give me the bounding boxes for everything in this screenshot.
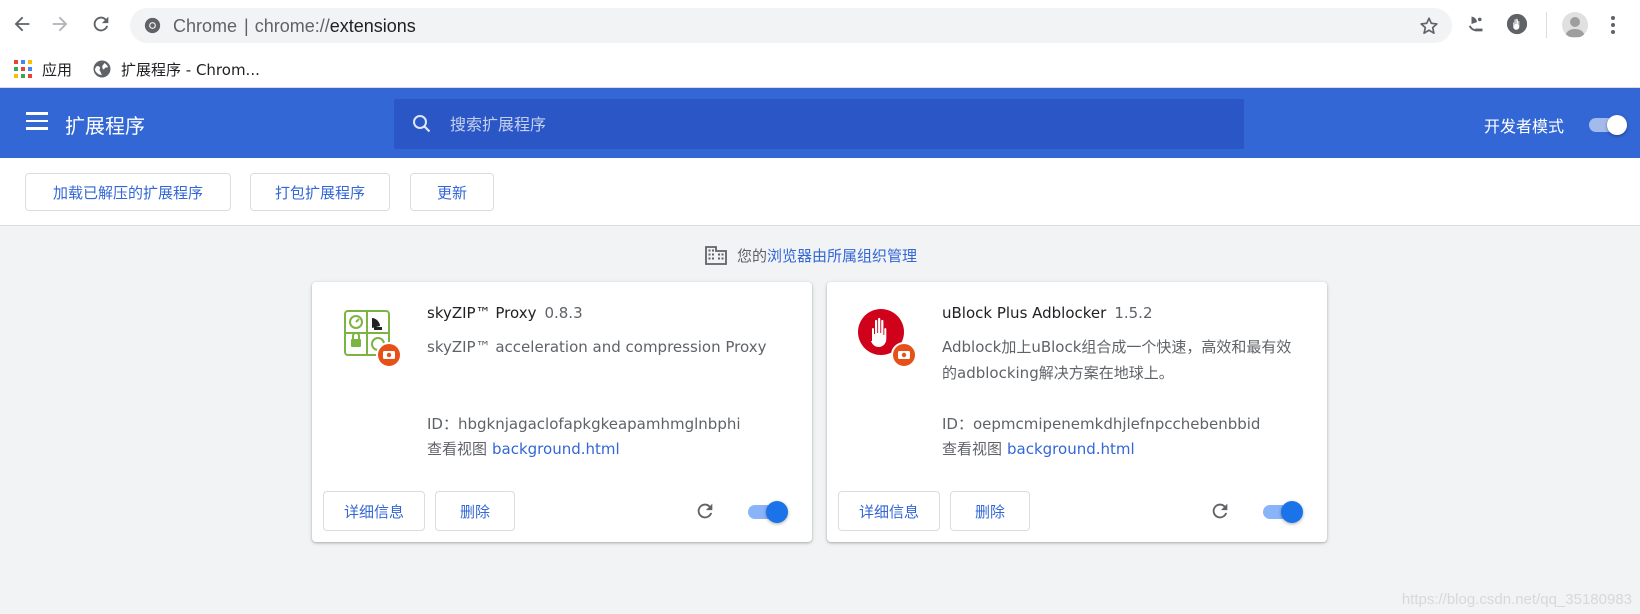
- page-title: 扩展程序: [65, 114, 145, 138]
- bookmark-extensions-page[interactable]: 扩展程序 - Chrom...: [93, 57, 260, 81]
- back-button[interactable]: [9, 11, 35, 37]
- hamburger-menu-icon[interactable]: [26, 112, 48, 130]
- extension-card-ublock-plus: uBlock Plus Adblocker 1.5.2 Adblock加上uBlo…: [827, 282, 1327, 542]
- extension-version: 0.8.3: [544, 304, 583, 322]
- browser-toolbar: Chrome | chrome://extensions: [0, 0, 1640, 50]
- load-unpacked-button[interactable]: 加载已解压的扩展程序: [25, 173, 231, 211]
- chrome-logo-icon: [144, 17, 161, 34]
- extension-name: uBlock Plus Adblocker: [942, 304, 1107, 322]
- background-page-link[interactable]: background.html: [492, 440, 620, 458]
- extension-name: skyZIP™ Proxy: [427, 304, 537, 322]
- developer-toolbar: 加载已解压的扩展程序 打包扩展程序 更新: [0, 158, 1640, 226]
- forward-arrow-icon: [52, 16, 68, 32]
- extension-id: ID：hbgknjagaclofapkgkeapamhmglnbphi: [427, 415, 741, 433]
- forward-button[interactable]: [47, 11, 73, 37]
- ublock-hand-extension-icon[interactable]: [1506, 13, 1528, 35]
- reload-button[interactable]: [88, 11, 114, 37]
- inspect-views-label: 查看视图: [427, 440, 488, 458]
- inspect-views: 查看视图 background.html: [942, 438, 1135, 459]
- globe-icon: [93, 60, 111, 78]
- remove-button[interactable]: 删除: [950, 491, 1030, 531]
- url-path: extensions: [329, 16, 416, 36]
- address-bar[interactable]: Chrome | chrome://extensions: [130, 8, 1452, 43]
- skyzip-logo-icon: [344, 310, 402, 368]
- enable-toggle[interactable]: [748, 500, 790, 524]
- details-button[interactable]: 详细信息: [838, 491, 940, 531]
- search-icon: [413, 115, 431, 133]
- bookmarks-bar: 应用 扩展程序 - Chrom...: [0, 50, 1640, 88]
- extension-version: 1.5.2: [1114, 304, 1153, 322]
- details-button[interactable]: 详细信息: [323, 491, 425, 531]
- toggle-knob: [1281, 501, 1303, 523]
- url-scheme: chrome://: [254, 16, 330, 36]
- inspect-views-label: 查看视图: [942, 440, 1003, 458]
- person-icon: [1565, 17, 1585, 37]
- bookmark-label: 应用: [42, 60, 73, 79]
- bookmark-apps[interactable]: 应用: [14, 57, 72, 81]
- bookmark-label: 扩展程序 - Chrom...: [121, 60, 260, 79]
- search-input[interactable]: [450, 109, 1210, 139]
- apps-grid-icon: [14, 60, 32, 78]
- back-arrow-icon: [14, 16, 30, 32]
- reload-extension-icon[interactable]: [694, 500, 716, 522]
- bookmark-star-icon[interactable]: [1418, 15, 1440, 37]
- toolbar-divider: [1546, 12, 1547, 38]
- extensions-header: 扩展程序 开发者模式: [0, 88, 1640, 158]
- enable-toggle[interactable]: [1263, 500, 1305, 524]
- extension-card-skyzip: skyZIP™ Proxy 0.8.3 skyZIP™ acceleration …: [312, 282, 812, 542]
- reload-extension-icon[interactable]: [1209, 500, 1231, 522]
- developer-mode-toggle[interactable]: [1587, 114, 1627, 135]
- extension-title: uBlock Plus Adblocker 1.5.2: [942, 304, 1153, 322]
- managed-notice: 您的 浏览器由所属组织管理: [705, 244, 917, 266]
- building-icon: [705, 246, 727, 265]
- search-container[interactable]: [394, 99, 1244, 149]
- extension-title: skyZIP™ Proxy 0.8.3: [427, 304, 583, 322]
- toggle-knob: [766, 501, 788, 523]
- chrome-menu-icon[interactable]: [1606, 13, 1620, 37]
- profile-avatar[interactable]: [1562, 12, 1588, 38]
- site-chip-label: Chrome: [173, 16, 238, 36]
- managed-link[interactable]: 浏览器由所属组织管理: [767, 245, 917, 266]
- url-separator: |: [244, 16, 249, 36]
- toggle-knob: [1607, 115, 1627, 135]
- extension-description: Adblock加上uBlock组合成一个快速，高效和最有效的adblocking…: [942, 338, 1292, 382]
- extension-description: skyZIP™ acceleration and compression Pro…: [427, 338, 767, 356]
- managed-text: 您的: [737, 246, 768, 265]
- reload-icon: [93, 16, 109, 32]
- inspect-views: 查看视图 background.html: [427, 438, 620, 459]
- pack-extension-button[interactable]: 打包扩展程序: [250, 173, 390, 211]
- address-text: Chrome | chrome://extensions: [173, 16, 416, 37]
- developer-mode-label: 开发者模式: [1484, 117, 1565, 136]
- remove-button[interactable]: 删除: [435, 491, 515, 531]
- background-page-link[interactable]: background.html: [1007, 440, 1135, 458]
- ublock-hand-logo-icon: [858, 309, 917, 368]
- extension-id: ID：oepmcmipenemkdhjlefnpcchebenbbid: [942, 415, 1261, 433]
- watermark: https://blog.csdn.net/qq_35180983: [1401, 591, 1632, 608]
- satellite-extension-icon[interactable]: [1466, 13, 1488, 35]
- update-button[interactable]: 更新: [410, 173, 494, 211]
